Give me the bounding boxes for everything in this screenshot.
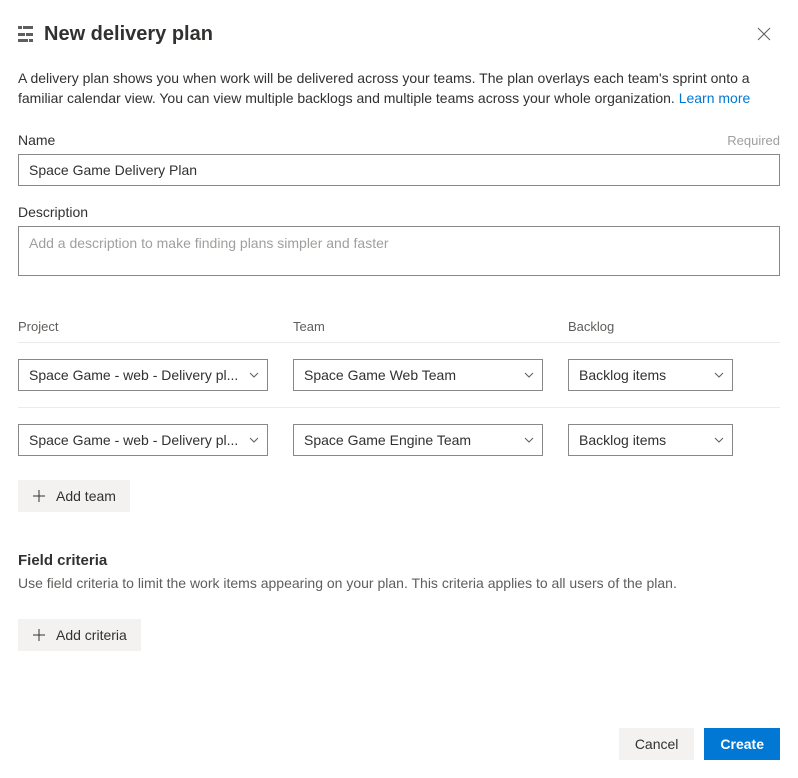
name-input[interactable] — [18, 154, 780, 186]
learn-more-link[interactable]: Learn more — [679, 90, 751, 106]
intro-text: A delivery plan shows you when work will… — [18, 68, 780, 108]
dialog-header: New delivery plan — [18, 18, 780, 50]
project-dropdown[interactable]: Space Game - web - Delivery pl... — [18, 424, 268, 456]
description-field-group: Description — [18, 204, 780, 279]
intro-body: A delivery plan shows you when work will… — [18, 70, 750, 106]
teams-section: Project Team Backlog Space Game - web - … — [18, 319, 780, 512]
chevron-down-icon — [524, 372, 534, 378]
name-field-group: Name Required — [18, 132, 780, 186]
field-criteria-section: Field criteria Use field criteria to lim… — [18, 552, 780, 651]
add-team-button[interactable]: Add team — [18, 480, 130, 512]
delivery-plan-icon — [18, 26, 34, 42]
row-divider — [18, 407, 780, 408]
dialog-footer: Cancel Create — [619, 728, 780, 760]
chevron-down-icon — [524, 437, 534, 443]
team-dropdown[interactable]: Space Game Web Team — [293, 359, 543, 391]
dropdown-value: Space Game Engine Team — [304, 432, 516, 448]
backlog-dropdown[interactable]: Backlog items — [568, 359, 733, 391]
backlog-dropdown[interactable]: Backlog items — [568, 424, 733, 456]
team-dropdown[interactable]: Space Game Engine Team — [293, 424, 543, 456]
add-team-label: Add team — [56, 488, 116, 504]
project-dropdown[interactable]: Space Game - web - Delivery pl... — [18, 359, 268, 391]
chevron-down-icon — [714, 437, 724, 443]
name-label: Name — [18, 132, 55, 148]
team-row: Space Game - web - Delivery pl... Space … — [18, 424, 780, 456]
dropdown-value: Space Game - web - Delivery pl... — [29, 432, 241, 448]
team-row: Space Game - web - Delivery pl... Space … — [18, 359, 780, 391]
close-icon — [757, 27, 771, 41]
description-label: Description — [18, 204, 88, 220]
dropdown-value: Space Game - web - Delivery pl... — [29, 367, 241, 383]
field-criteria-description: Use field criteria to limit the work ite… — [18, 575, 780, 591]
plus-icon — [32, 628, 46, 642]
dropdown-value: Backlog items — [579, 367, 706, 383]
required-indicator: Required — [727, 133, 780, 148]
dropdown-value: Backlog items — [579, 432, 706, 448]
create-button[interactable]: Create — [704, 728, 780, 760]
backlog-column-header: Backlog — [568, 319, 743, 334]
chevron-down-icon — [249, 372, 259, 378]
dropdown-value: Space Game Web Team — [304, 367, 516, 383]
header-left: New delivery plan — [18, 23, 213, 46]
description-input[interactable] — [18, 226, 780, 276]
cancel-button[interactable]: Cancel — [619, 728, 695, 760]
plus-icon — [32, 489, 46, 503]
chevron-down-icon — [249, 437, 259, 443]
teams-table-header: Project Team Backlog — [18, 319, 780, 343]
add-criteria-button[interactable]: Add criteria — [18, 619, 141, 651]
add-criteria-label: Add criteria — [56, 627, 127, 643]
team-column-header: Team — [293, 319, 568, 334]
dialog-title: New delivery plan — [44, 23, 213, 46]
project-column-header: Project — [18, 319, 293, 334]
chevron-down-icon — [714, 372, 724, 378]
close-button[interactable] — [748, 18, 780, 50]
field-criteria-title: Field criteria — [18, 552, 780, 569]
